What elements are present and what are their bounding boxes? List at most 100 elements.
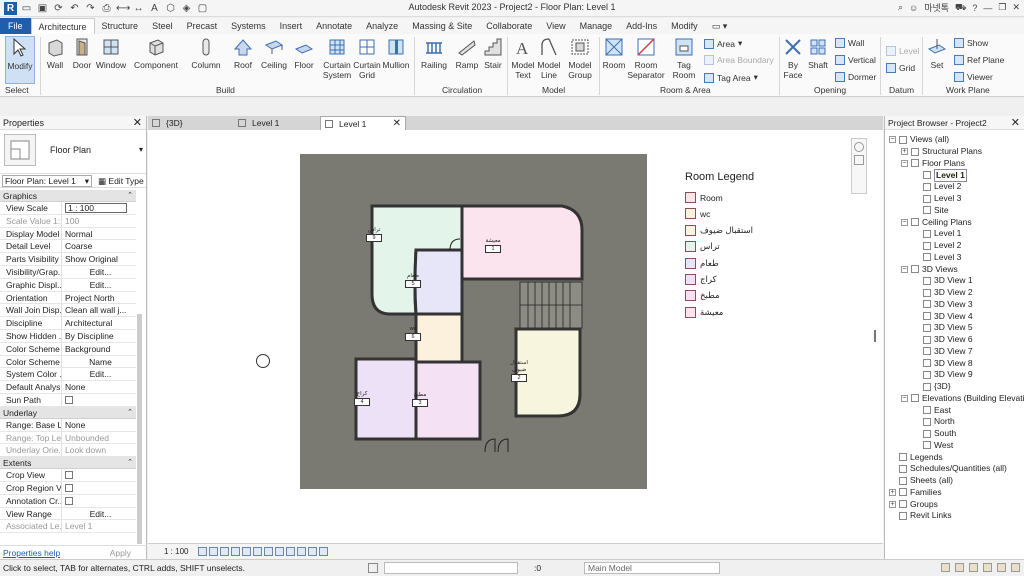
model-line-button[interactable]: Model Line bbox=[537, 36, 561, 80]
browser-item[interactable]: 3D View 7 bbox=[913, 346, 973, 358]
browser-item[interactable]: {3D} bbox=[913, 381, 951, 393]
property-value[interactable]: Edit... bbox=[90, 267, 112, 277]
property-group-underlay[interactable]: Underlay ⌃ bbox=[0, 406, 136, 419]
user-name[interactable]: 마넷톡 bbox=[924, 1, 949, 14]
browser-item[interactable]: 3D View 8 bbox=[913, 357, 973, 369]
dormer-button[interactable]: Dormer bbox=[835, 72, 876, 82]
select-by-face-icon[interactable] bbox=[983, 563, 992, 572]
browser-item[interactable]: 3D View 3 bbox=[913, 299, 973, 311]
tab-architecture[interactable]: Architecture bbox=[30, 18, 95, 34]
expand-toggle-icon[interactable]: − bbox=[901, 394, 908, 402]
show-crop-icon[interactable] bbox=[253, 547, 262, 556]
analytical-model-icon[interactable] bbox=[308, 547, 317, 556]
model-group-button[interactable]: Model Group bbox=[566, 36, 594, 80]
property-row[interactable]: Graphic Displ... Edit... bbox=[0, 278, 136, 292]
tab-structure[interactable]: Structure bbox=[95, 18, 146, 34]
property-value[interactable]: Edit... bbox=[90, 509, 112, 519]
minimize-icon[interactable]: — bbox=[983, 3, 992, 13]
wall-opening-button[interactable]: Wall bbox=[835, 38, 864, 48]
level-button[interactable]: Level bbox=[886, 46, 919, 56]
crop-view-icon[interactable] bbox=[242, 547, 251, 556]
browser-item[interactable]: Level 1 bbox=[913, 168, 967, 182]
browser-item[interactable]: 3D View 1 bbox=[913, 275, 973, 287]
property-row[interactable]: Sun Path bbox=[0, 393, 136, 407]
grid-button[interactable]: Grid bbox=[886, 63, 915, 73]
view-tab-level-1[interactable]: Level 1 bbox=[234, 116, 318, 130]
property-row[interactable]: Crop View bbox=[0, 469, 136, 482]
property-row[interactable]: Wall Join Disp... Clean all wall j... bbox=[0, 304, 136, 318]
ceiling-button[interactable]: Ceiling bbox=[261, 36, 287, 70]
browser-item[interactable]: South bbox=[913, 428, 956, 440]
browser-item[interactable]: North bbox=[913, 416, 955, 428]
property-row[interactable]: Crop Region V... bbox=[0, 481, 136, 495]
restore-icon[interactable]: ❐ bbox=[998, 2, 1006, 13]
room-tag[interactable]: wc 6 bbox=[399, 326, 427, 341]
browser-item[interactable]: 3D View 5 bbox=[913, 322, 973, 334]
browser-item[interactable]: Revit Links bbox=[889, 510, 952, 522]
tab-manage[interactable]: Manage bbox=[573, 18, 620, 34]
tab-collaborate[interactable]: Collaborate bbox=[479, 18, 539, 34]
expand-toggle-icon[interactable]: − bbox=[901, 265, 908, 273]
shadows-icon[interactable] bbox=[231, 547, 240, 556]
worksets-icon[interactable] bbox=[368, 563, 378, 573]
highlight-displacement-icon[interactable] bbox=[319, 547, 328, 556]
property-row[interactable]: Visibility/Grap... Edit... bbox=[0, 265, 136, 279]
room-tag[interactable]: طعام 5 bbox=[399, 273, 427, 288]
property-row[interactable]: Display Model Normal bbox=[0, 227, 136, 241]
close-icon[interactable]: ✕ bbox=[133, 116, 142, 130]
mullion-button[interactable]: Mullion bbox=[381, 36, 411, 70]
property-value[interactable]: Edit... bbox=[90, 369, 112, 379]
expand-toggle-icon[interactable]: − bbox=[889, 136, 896, 144]
room-separator-button[interactable]: Room Separator bbox=[627, 36, 665, 80]
modify-button[interactable]: Modify bbox=[5, 36, 35, 84]
property-input[interactable]: 1 : 100 bbox=[65, 203, 127, 213]
show-work-plane-button[interactable]: Show bbox=[954, 38, 988, 48]
design-option-selector[interactable]: Main Model bbox=[584, 562, 720, 574]
tab-massing-site[interactable]: Massing & Site bbox=[405, 18, 479, 34]
vertical-opening-button[interactable]: Vertical bbox=[835, 55, 876, 65]
expand-toggle-icon[interactable]: + bbox=[889, 500, 896, 508]
floor-button[interactable]: Floor bbox=[293, 36, 315, 70]
detail-level-icon[interactable] bbox=[198, 547, 207, 556]
select-pinned-icon[interactable] bbox=[969, 563, 978, 572]
select-links-icon[interactable] bbox=[941, 563, 950, 572]
curtain-system-button[interactable]: Curtain System bbox=[322, 36, 352, 80]
browser-item[interactable]: 3D View 2 bbox=[913, 287, 973, 299]
browser-item[interactable]: − Floor Plans bbox=[901, 158, 965, 170]
component-button[interactable]: Component bbox=[134, 36, 178, 70]
viewer-button[interactable]: Viewer bbox=[954, 72, 993, 82]
by-face-button[interactable]: By Face bbox=[782, 36, 804, 80]
shaft-button[interactable]: Shaft bbox=[807, 36, 829, 70]
property-row[interactable]: Orientation Project North bbox=[0, 291, 136, 305]
stair-button[interactable]: Stair bbox=[482, 36, 504, 70]
browser-item[interactable]: Legends bbox=[889, 451, 943, 463]
browser-item[interactable]: − Ceiling Plans bbox=[901, 216, 972, 228]
room-tag[interactable]: معيشة 1 bbox=[479, 238, 507, 253]
property-row[interactable]: Range: Base L...None bbox=[0, 418, 136, 432]
unlock-3d-icon[interactable] bbox=[264, 547, 273, 556]
close-icon[interactable]: ✕ bbox=[1011, 116, 1020, 130]
model-text-button[interactable]: A Model Text bbox=[511, 36, 535, 80]
wall-button[interactable]: Wall bbox=[44, 36, 66, 70]
window-button[interactable]: Window bbox=[96, 36, 126, 70]
room-button[interactable]: Room bbox=[602, 36, 626, 70]
tab-systems[interactable]: Systems bbox=[224, 18, 273, 34]
search-icon[interactable]: ⌕ bbox=[898, 2, 903, 13]
tab-file[interactable]: File bbox=[0, 18, 31, 34]
area-boundary-button[interactable]: Area Boundary bbox=[704, 55, 774, 65]
browser-item[interactable]: + Families bbox=[889, 487, 942, 499]
account-icon[interactable]: ☺ bbox=[909, 3, 918, 13]
property-value[interactable]: Edit... bbox=[90, 280, 112, 290]
drawing-area[interactable]: تراس 9 معيشة 1 طعام 5 wc 6 كراج 4 مطبخ 3 استقبال ضيو… bbox=[148, 130, 883, 543]
collapse-icon[interactable]: ⌃ bbox=[127, 190, 133, 202]
browser-item[interactable]: 3D View 9 bbox=[913, 369, 973, 381]
tag-room-button[interactable]: Tag Room bbox=[671, 36, 697, 80]
contextual-toggle-icon[interactable]: ▭ ▾ bbox=[705, 18, 735, 34]
property-row[interactable]: Show Hidden ... By Discipline bbox=[0, 329, 136, 343]
workset-selector[interactable] bbox=[384, 562, 518, 574]
property-row[interactable]: System Color ... Edit... bbox=[0, 368, 136, 382]
room-tag[interactable]: تراس 9 bbox=[360, 227, 388, 242]
tag-area-button[interactable]: Tag Area ▾ bbox=[704, 72, 758, 83]
close-icon[interactable]: ✕ bbox=[393, 117, 401, 131]
navigation-bar[interactable] bbox=[851, 138, 867, 194]
